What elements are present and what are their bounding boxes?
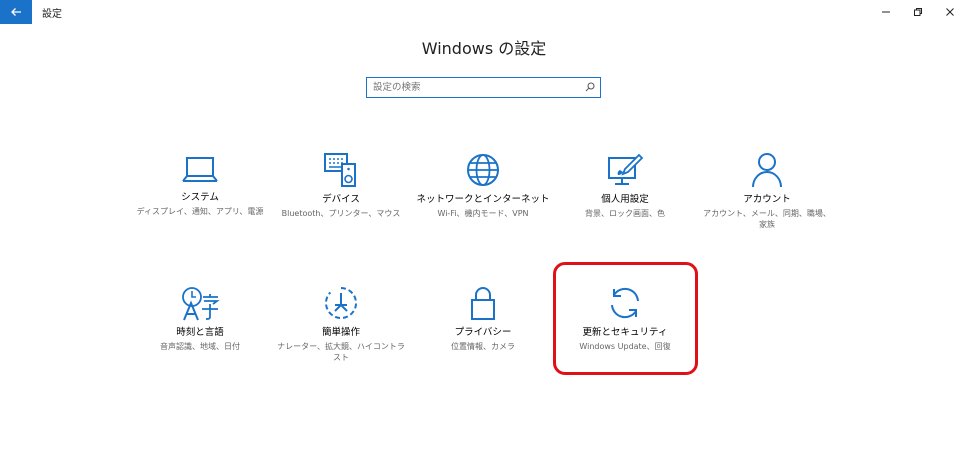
tile-description: 位置情報、カメラ: [451, 342, 515, 351]
globe-icon: [467, 154, 499, 186]
tile-label: プライバシー: [454, 327, 512, 338]
tile-description: Wi-Fi、機内モード、VPN: [437, 209, 529, 218]
tile-label: ネットワークとインターネット: [416, 194, 550, 205]
laptop-icon: [182, 157, 218, 182]
tile-description: ディスプレイ、通知、アプリ、電源: [136, 207, 264, 216]
highlight-annotation: [553, 262, 698, 375]
tile-personalization[interactable]: 個人用設定 背景、ロック画面、色: [555, 152, 695, 219]
person-icon: [752, 153, 782, 188]
ease-of-access-icon: [325, 287, 357, 319]
tile-description: 背景、ロック画面、色: [585, 209, 665, 218]
language-icon: [182, 287, 220, 321]
search-input[interactable]: [373, 80, 573, 94]
tile-label: システム: [181, 192, 219, 203]
tile-label: 時刻と言語: [176, 327, 224, 338]
tile-description: ナレーター、拡大鏡、ハイコントラスト: [277, 342, 405, 362]
search-icon[interactable]: [585, 82, 595, 92]
tile-label: アカウント: [743, 194, 791, 205]
close-icon: [946, 8, 954, 16]
tile-label: 個人用設定: [601, 194, 649, 205]
paint-icon: [608, 153, 644, 185]
tile-description: Bluetooth、プリンター、マウス: [281, 209, 401, 218]
search-box[interactable]: [366, 77, 601, 98]
tile-devices[interactable]: デバイス Bluetooth、プリンター、マウス: [271, 152, 411, 219]
lock-icon: [471, 287, 495, 320]
title-bar: 設定: [0, 0, 968, 24]
tile-time-language[interactable]: 時刻と言語 音声認識、地域、日付: [130, 285, 270, 352]
close-button[interactable]: [928, 0, 968, 24]
page-title: Windows の設定: [421, 39, 547, 58]
back-arrow-icon: [11, 8, 21, 16]
minimize-icon: [882, 11, 890, 13]
tile-label: デバイス: [322, 194, 360, 205]
tile-description: アカウント、メール、同期、職場、家族: [703, 209, 831, 229]
restore-icon: [914, 8, 922, 16]
devices-icon: [324, 153, 356, 187]
tile-system[interactable]: システム ディスプレイ、通知、アプリ、電源: [130, 152, 270, 217]
tile-label: 簡単操作: [321, 327, 360, 338]
back-button[interactable]: [0, 0, 32, 24]
tile-network[interactable]: ネットワークとインターネット Wi-Fi、機内モード、VPN: [413, 152, 553, 219]
tile-ease-of-access[interactable]: 簡単操作 ナレーター、拡大鏡、ハイコントラスト: [271, 285, 411, 363]
app-title: 設定: [42, 9, 62, 20]
tile-description: 音声認識、地域、日付: [160, 342, 240, 351]
tile-privacy[interactable]: プライバシー 位置情報、カメラ: [413, 285, 553, 352]
tile-accounts[interactable]: アカウント アカウント、メール、同期、職場、家族: [697, 152, 837, 230]
